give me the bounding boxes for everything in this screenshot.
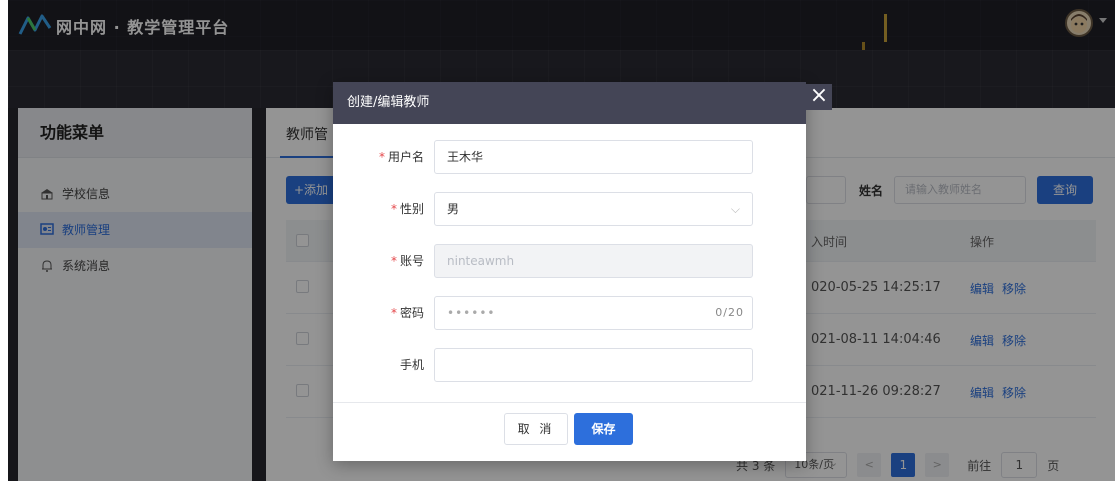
account-input: ninteawmh: [434, 244, 753, 278]
dialog-title: 创建/编辑教师: [333, 82, 806, 124]
chevron-down-icon: ⌵: [730, 202, 740, 216]
gender-label: * 性别: [390, 202, 424, 216]
cancel-button[interactable]: 取 消: [504, 413, 568, 445]
username-row: * 用户名 王木华: [333, 140, 806, 174]
password-char-count: 0/20: [715, 306, 744, 319]
account-label: * 账号: [390, 254, 424, 268]
phone-row: 手机: [333, 348, 806, 382]
required-mark: *: [378, 150, 385, 164]
phone-input[interactable]: [434, 348, 753, 382]
password-masked-value: ••••••: [447, 306, 496, 320]
required-mark: *: [390, 202, 397, 216]
teacher-edit-dialog: 创建/编辑教师 * 用户名 王木华 * 性别 男 ⌵ * 账号 ninteawmh *…: [333, 82, 806, 461]
close-icon[interactable]: ×: [806, 84, 832, 110]
password-row: * 密码 •••••• 0/20: [333, 296, 806, 330]
username-label: * 用户名: [378, 150, 424, 164]
dialog-footer: 取 消 保存: [333, 402, 806, 461]
gender-select-value: 男: [447, 202, 460, 216]
save-button[interactable]: 保存: [574, 413, 633, 445]
username-input[interactable]: 王木华: [434, 140, 753, 174]
password-input[interactable]: •••••• 0/20: [434, 296, 753, 330]
password-label: * 密码: [390, 306, 424, 320]
gender-row: * 性别 男 ⌵: [333, 192, 806, 226]
gender-select[interactable]: 男 ⌵: [434, 192, 753, 226]
required-mark: *: [390, 306, 397, 320]
required-mark: *: [390, 254, 397, 268]
phone-label: 手机: [399, 358, 424, 372]
account-row: * 账号 ninteawmh: [333, 244, 806, 278]
